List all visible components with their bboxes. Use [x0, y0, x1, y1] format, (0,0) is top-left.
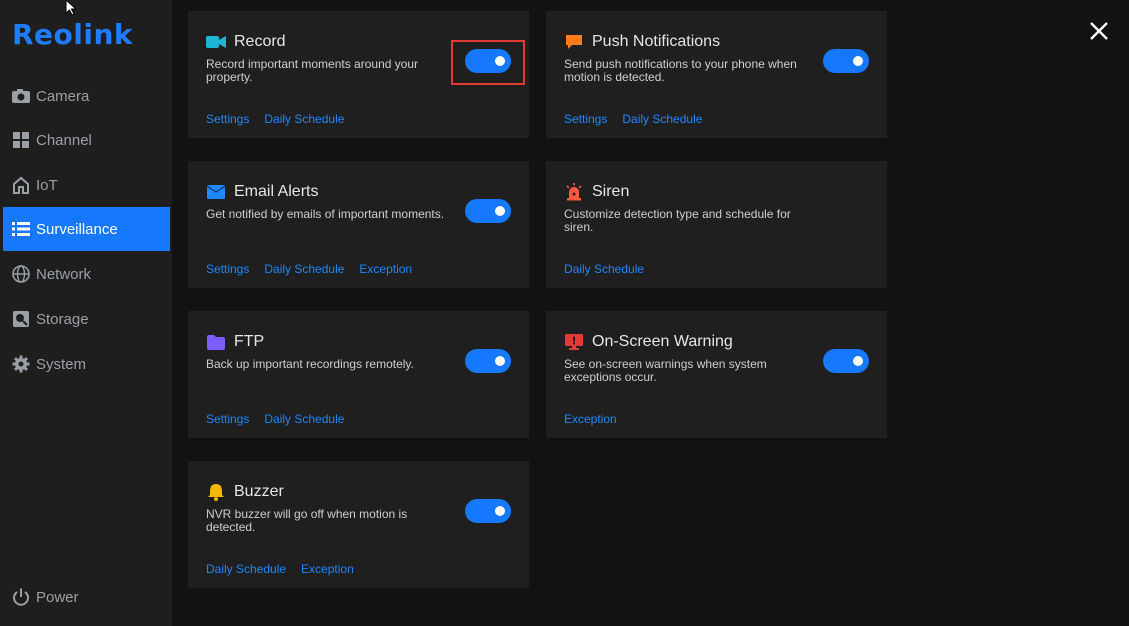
sidebar-item-camera[interactable]: Camera	[3, 74, 170, 118]
email-alerts-card: Email Alerts Get notified by emails of i…	[188, 161, 529, 288]
bell-icon	[206, 483, 226, 501]
card-description: Record important moments around your pro…	[206, 57, 419, 84]
card-title: Email Alerts	[234, 183, 319, 200]
list-icon	[11, 219, 31, 239]
card-title: Buzzer	[234, 483, 284, 500]
sidebar-item-label: Network	[36, 265, 92, 283]
storage-icon	[11, 309, 31, 329]
push-daily-schedule-link[interactable]: Daily Schedule	[622, 112, 702, 126]
message-icon	[564, 33, 584, 51]
toggle-knob	[495, 356, 505, 366]
camera-icon	[11, 86, 31, 106]
on-screen-warning-toggle[interactable]	[823, 349, 869, 373]
email-exception-link[interactable]: Exception	[359, 262, 412, 276]
email-settings-link[interactable]: Settings	[206, 262, 249, 276]
card-title: Push Notifications	[592, 33, 721, 50]
toggle-knob	[853, 356, 863, 366]
card-title: Record	[234, 33, 286, 50]
card-title: On-Screen Warning	[592, 333, 733, 350]
card-title: FTP	[234, 333, 265, 350]
siren-icon	[564, 183, 584, 201]
email-alerts-toggle[interactable]	[465, 199, 511, 223]
sidebar-item-label: System	[36, 355, 87, 373]
siren-daily-schedule-link[interactable]: Daily Schedule	[564, 262, 644, 276]
home-icon	[11, 175, 31, 195]
buzzer-card: Buzzer NVR buzzer will go off when motio…	[188, 461, 529, 588]
toggle-knob	[495, 206, 505, 216]
sidebar-item-network[interactable]: Network	[3, 252, 170, 296]
power-icon	[11, 587, 31, 607]
sidebar-item-channel[interactable]: Channel	[3, 118, 170, 162]
buzzer-daily-schedule-link[interactable]: Daily Schedule	[206, 562, 286, 576]
globe-icon	[11, 264, 31, 284]
on-screen-warning-card: On-Screen Warning See on-screen warnings…	[546, 311, 887, 438]
push-notifications-card: Push Notifications Send push notificatio…	[546, 11, 887, 138]
card-description: Get notified by emails of important mome…	[206, 207, 445, 221]
sidebar-item-label: Channel	[36, 131, 92, 149]
record-daily-schedule-link[interactable]: Daily Schedule	[264, 112, 344, 126]
sidebar-item-iot[interactable]: IoT	[3, 163, 170, 207]
gear-icon	[11, 354, 31, 374]
toggle-knob	[853, 56, 863, 66]
sidebar-item-surveillance[interactable]: Surveillance	[3, 207, 170, 251]
ftp-daily-schedule-link[interactable]: Daily Schedule	[264, 412, 344, 426]
card-description: Back up important recordings remotely.	[206, 357, 414, 371]
mail-icon	[206, 183, 226, 201]
toggle-knob	[495, 506, 505, 516]
reolink-logo: Reolink	[12, 18, 134, 51]
push-notifications-toggle[interactable]	[823, 49, 869, 73]
power-label: Power	[36, 588, 79, 606]
push-settings-link[interactable]: Settings	[564, 112, 607, 126]
warning-exception-link[interactable]: Exception	[564, 412, 617, 426]
ftp-card: FTP Back up important recordings remotel…	[188, 311, 529, 438]
siren-card: Siren Customize detection type and sched…	[546, 161, 887, 288]
mouse-cursor-icon	[64, 0, 80, 21]
highlight-box	[451, 40, 525, 85]
sidebar-item-label: IoT	[36, 176, 58, 194]
sidebar-item-label: Camera	[36, 87, 90, 105]
close-button[interactable]	[1086, 18, 1112, 44]
card-title: Siren	[592, 183, 630, 200]
sidebar-item-storage[interactable]: Storage	[3, 297, 170, 341]
video-camera-icon	[206, 33, 226, 51]
ftp-toggle[interactable]	[465, 349, 511, 373]
sidebar: Reolink Camera Channel IoT Surveillance …	[0, 0, 172, 626]
card-description: Customize detection type and schedule fo…	[564, 207, 791, 234]
buzzer-toggle[interactable]	[465, 499, 511, 523]
folder-icon	[206, 333, 226, 351]
sidebar-item-label: Storage	[36, 310, 89, 328]
grid-icon	[11, 130, 31, 150]
email-daily-schedule-link[interactable]: Daily Schedule	[264, 262, 344, 276]
buzzer-exception-link[interactable]: Exception	[301, 562, 354, 576]
card-description: NVR buzzer will go off when motion is de…	[206, 507, 408, 534]
sidebar-item-label: Surveillance	[36, 220, 118, 238]
card-description: See on-screen warnings when system excep…	[564, 357, 767, 384]
monitor-warning-icon	[564, 333, 584, 351]
close-icon	[1090, 22, 1108, 40]
ftp-settings-link[interactable]: Settings	[206, 412, 249, 426]
card-description: Send push notifications to your phone wh…	[564, 57, 797, 84]
power-button[interactable]: Power	[3, 575, 170, 619]
sidebar-item-system[interactable]: System	[3, 342, 170, 386]
record-settings-link[interactable]: Settings	[206, 112, 249, 126]
